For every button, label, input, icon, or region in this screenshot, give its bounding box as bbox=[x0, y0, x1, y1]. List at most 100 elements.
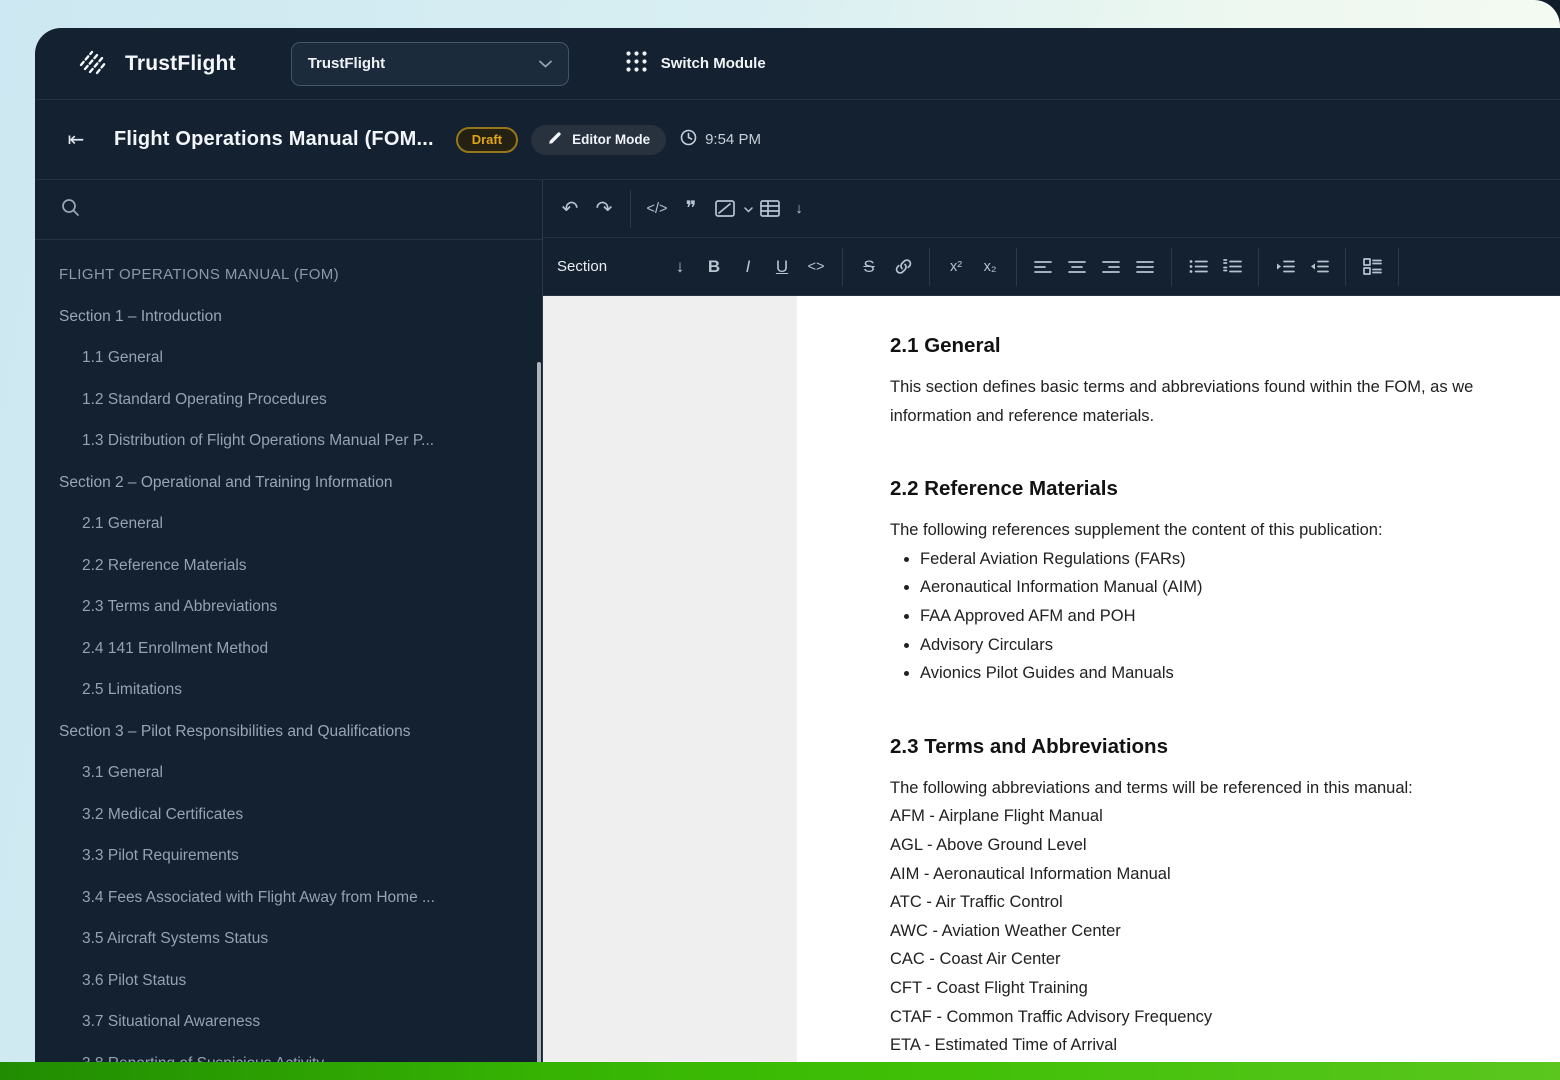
switch-module-label: Switch Module bbox=[660, 55, 766, 72]
section-paragraph: This section defines basic terms and abb… bbox=[890, 373, 1560, 430]
toolbar-divider bbox=[1016, 247, 1018, 286]
toc-list: FLIGHT OPERATIONS MANUAL (FOM) Section 1… bbox=[35, 240, 542, 1080]
editor-toolbar-row-2: Section ↓ B I U <> S x² x₂ bbox=[543, 238, 1560, 296]
status-badge: Draft bbox=[455, 126, 519, 153]
abbreviation-line: ATC - Air Traffic Control bbox=[890, 893, 1063, 912]
chevron-down-icon bbox=[744, 200, 753, 218]
toc-item[interactable]: 2.5 Limitations bbox=[35, 669, 542, 711]
align-center-icon[interactable] bbox=[1060, 250, 1094, 284]
toc-item[interactable]: 3.6 Pilot Status bbox=[35, 960, 542, 1002]
grid-icon bbox=[625, 50, 648, 77]
editor-mode-button[interactable]: Editor Mode bbox=[531, 124, 667, 155]
definition-list-icon[interactable] bbox=[1355, 250, 1389, 284]
brand: TrustFlight bbox=[75, 44, 236, 83]
subscript-icon[interactable]: x₂ bbox=[973, 250, 1007, 284]
document-header-bar: ⇤ Flight Operations Manual (FOM... Draft… bbox=[35, 100, 1560, 180]
toc-item[interactable]: 2.4 141 Enrollment Method bbox=[35, 628, 542, 670]
switch-module-button[interactable]: Switch Module bbox=[625, 50, 766, 77]
sidebar-scrollbar[interactable] bbox=[537, 362, 541, 1076]
bottom-green-bar bbox=[0, 1062, 1560, 1080]
outdent-icon[interactable] bbox=[1302, 250, 1336, 284]
module-select-value: TrustFlight bbox=[307, 55, 386, 72]
toolbar-divider bbox=[1345, 247, 1347, 286]
document-title: Flight Operations Manual (FOM... bbox=[114, 128, 434, 150]
toc-item[interactable]: 3.4 Fees Associated with Flight Away fro… bbox=[35, 877, 542, 919]
inline-code-icon[interactable]: <> bbox=[799, 250, 833, 284]
bullet-list-icon[interactable] bbox=[1181, 250, 1215, 284]
editor-content-area: 2.1 General This section defines basic t… bbox=[543, 296, 1560, 1080]
toc-item[interactable]: 1.1 General bbox=[35, 337, 542, 379]
abbreviation-line: AGL - Above Ground Level bbox=[890, 835, 1087, 854]
align-right-icon[interactable] bbox=[1094, 250, 1128, 284]
align-left-icon[interactable] bbox=[1026, 250, 1060, 284]
toc-item[interactable]: 3.1 General bbox=[35, 752, 542, 794]
table-icon bbox=[753, 192, 787, 226]
paragraph-line: This section defines basic terms and abb… bbox=[890, 378, 1474, 396]
toc-header: FLIGHT OPERATIONS MANUAL (FOM) bbox=[59, 266, 340, 283]
top-app-bar: TrustFlight TrustFlight Switch Module bbox=[35, 28, 1560, 100]
toolbar-divider bbox=[842, 247, 844, 286]
section-heading: 2.3 Terms and Abbreviations bbox=[890, 734, 1168, 758]
insert-table-button[interactable]: ↓ bbox=[753, 192, 809, 226]
editor-toolbar-row-1: ↶ ↷ </> ❞ ↓ bbox=[543, 180, 1560, 238]
abbreviation-line: CAC - Coast Air Center bbox=[890, 950, 1061, 969]
toc-item[interactable]: 2.1 General bbox=[35, 503, 542, 545]
strikethrough-icon[interactable]: S bbox=[852, 250, 886, 284]
toc-item[interactable]: 1.2 Standard Operating Procedures bbox=[35, 379, 542, 421]
abbreviation-list: AFM - Airplane Flight Manual AGL - Above … bbox=[890, 802, 1560, 1059]
undo-icon[interactable]: ↶ bbox=[553, 192, 587, 226]
abbreviation-line: AFM - Airplane Flight Manual bbox=[890, 807, 1103, 826]
underline-icon[interactable]: U bbox=[765, 250, 799, 284]
toc-item[interactable]: 3.7 Situational Awareness bbox=[35, 1001, 542, 1043]
superscript-icon[interactable]: x² bbox=[939, 250, 973, 284]
blockquote-icon[interactable]: ❞ bbox=[674, 192, 708, 226]
trustflight-logo-icon bbox=[75, 44, 111, 83]
toc-item[interactable]: 3.3 Pilot Requirements bbox=[35, 835, 542, 877]
section-paragraph: The following references supplement the … bbox=[890, 521, 1383, 540]
abbreviation-line: AWC - Aviation Weather Center bbox=[890, 921, 1121, 940]
toolbar-divider bbox=[1171, 247, 1173, 286]
toc-item[interactable]: 1.3 Distribution of Flight Operations Ma… bbox=[35, 420, 542, 462]
italic-icon[interactable]: I bbox=[731, 250, 765, 284]
table-arrow-icon: ↓ bbox=[795, 200, 803, 217]
align-justify-icon[interactable] bbox=[1128, 250, 1162, 284]
bold-icon[interactable]: B bbox=[697, 250, 731, 284]
search-icon bbox=[61, 198, 80, 222]
chevron-down-icon bbox=[538, 55, 552, 72]
toc-item[interactable]: Section 3 – Pilot Responsibilities and Q… bbox=[35, 711, 542, 753]
reference-list-item: FAA Approved AFM and POH bbox=[920, 602, 1560, 631]
redo-icon[interactable]: ↷ bbox=[587, 192, 621, 226]
section-paragraph: The following abbreviations and terms wi… bbox=[890, 778, 1413, 797]
toc-sidebar: FLIGHT OPERATIONS MANUAL (FOM) Section 1… bbox=[35, 180, 543, 1080]
insert-below-icon[interactable]: ↓ bbox=[663, 250, 697, 284]
link-icon[interactable] bbox=[886, 250, 920, 284]
screenshot-canvas: TrustFlight TrustFlight Switch Module ⇤ … bbox=[0, 0, 1560, 1080]
body: FLIGHT OPERATIONS MANUAL (FOM) Section 1… bbox=[35, 180, 1560, 1080]
abbreviation-line: AIM - Aeronautical Information Manual bbox=[890, 864, 1171, 883]
toc-item[interactable]: 2.2 Reference Materials bbox=[35, 545, 542, 587]
toc-search[interactable] bbox=[35, 180, 542, 240]
toolbar-divider bbox=[630, 189, 631, 228]
toc-item[interactable]: 3.2 Medical Certificates bbox=[35, 794, 542, 836]
block-style-dropdown[interactable]: Section bbox=[543, 258, 615, 275]
clock-icon bbox=[680, 129, 697, 150]
document-body: 2.1 General This section defines basic t… bbox=[797, 296, 1560, 1080]
toc-item[interactable]: Section 2 – Operational and Training Inf… bbox=[35, 462, 542, 504]
indent-icon[interactable] bbox=[1268, 250, 1302, 284]
app-window: TrustFlight TrustFlight Switch Module ⇤ … bbox=[35, 28, 1560, 1080]
collapse-sidebar-icon[interactable]: ⇤ bbox=[58, 122, 94, 158]
code-block-icon[interactable]: </> bbox=[640, 192, 674, 226]
reference-list-item: Advisory Circulars bbox=[920, 631, 1560, 660]
editor-mode-label: Editor Mode bbox=[572, 132, 651, 147]
abbreviation-line: CTAF - Common Traffic Advisory Frequency bbox=[890, 1007, 1213, 1026]
toc-item[interactable]: Section 1 – Introduction bbox=[35, 296, 542, 338]
toc-item[interactable]: 2.3 Terms and Abbreviations bbox=[35, 586, 542, 628]
reference-list-item: Avionics Pilot Guides and Manuals bbox=[920, 659, 1560, 688]
section-heading: 2.1 General bbox=[890, 334, 1001, 357]
module-select-dropdown[interactable]: TrustFlight bbox=[290, 41, 569, 86]
insert-image-button[interactable] bbox=[708, 192, 753, 226]
toolbar-divider bbox=[929, 247, 931, 286]
document-page[interactable]: 2.1 General This section defines basic t… bbox=[797, 296, 1560, 1080]
ordered-list-icon[interactable] bbox=[1215, 250, 1249, 284]
toc-item[interactable]: 3.5 Aircraft Systems Status bbox=[35, 918, 542, 960]
